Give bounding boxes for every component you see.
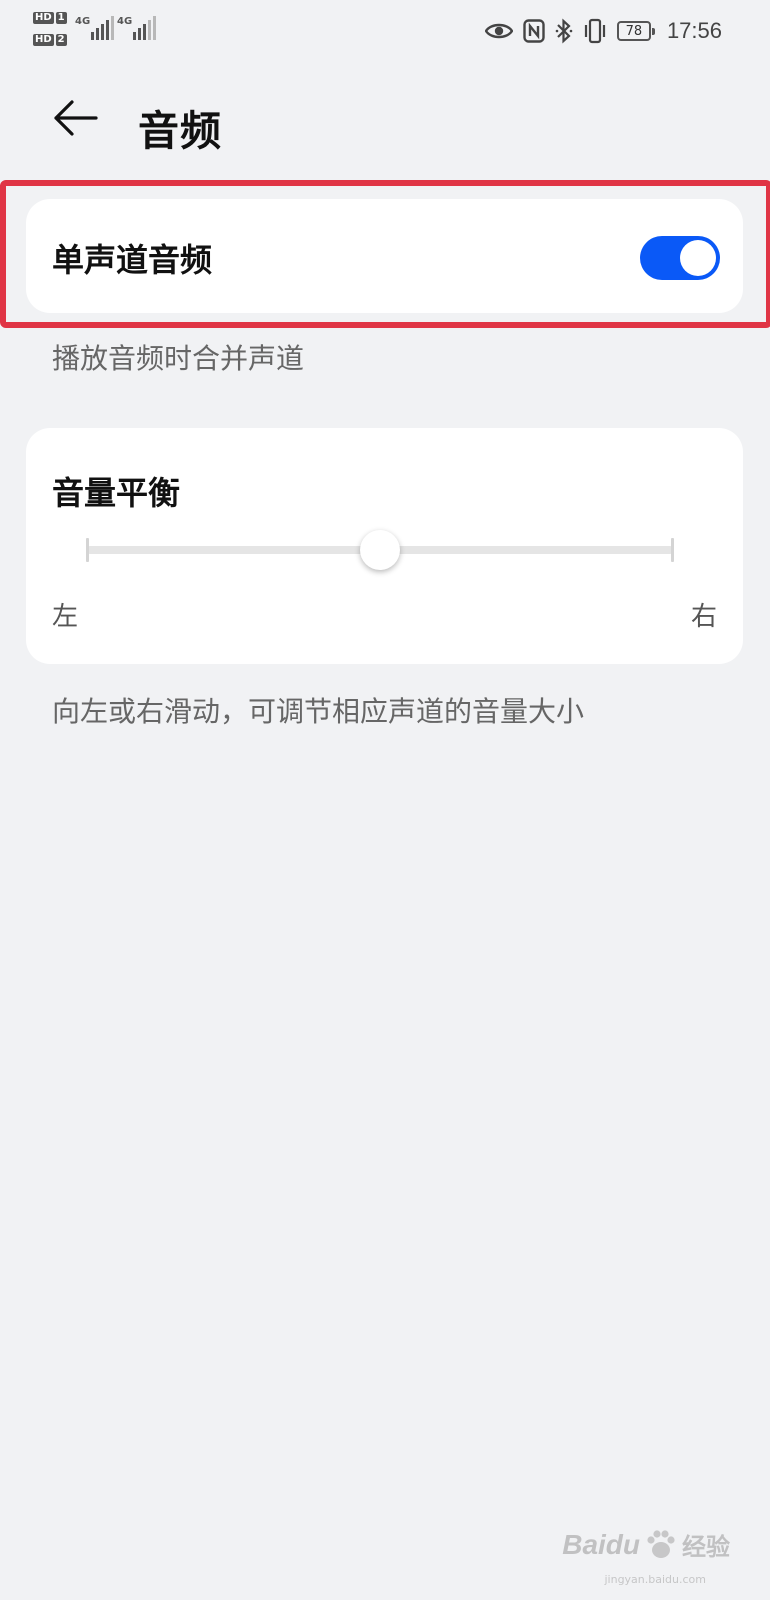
page-header: 音频 (0, 80, 770, 160)
signal-bar (91, 32, 95, 40)
page-title: 音频 (138, 107, 222, 155)
signal-bar (106, 20, 110, 40)
signal-bar (133, 32, 137, 40)
cellular-signals: HD 1 HD 2 4G 4G (33, 10, 158, 52)
battery-icon: 78 (616, 21, 655, 41)
status-icons: 78 17:56 (484, 16, 722, 46)
paw-logo-icon (647, 1529, 675, 1558)
signal-bar (143, 24, 147, 40)
bluetooth-icon (555, 18, 573, 44)
sim2-signal-icon: 4G (117, 16, 157, 40)
eye-comfort-icon (484, 22, 513, 40)
signal-bar (111, 16, 115, 40)
hd-badge: HD (33, 34, 54, 46)
network-type-label: 4G (117, 16, 133, 27)
balance-right-label: 右 (690, 602, 717, 632)
signal-bar (138, 28, 142, 40)
signal-bar (153, 16, 157, 40)
sim1-indicator: HD 1 (33, 12, 67, 24)
watermark-url: jingyan.baidu.com (604, 1573, 706, 1586)
watermark-product: 经验 (682, 1533, 730, 1561)
volume-balance-slider[interactable] (86, 530, 674, 570)
balance-left-label: 左 (52, 602, 79, 632)
mono-audio-description: 播放音频时合并声道 (52, 342, 305, 375)
baidu-jingyan-watermark: Baidu 经验 (562, 1527, 730, 1562)
sim1-signal-icon: 4G (75, 16, 115, 40)
signal-bars (91, 16, 115, 40)
slider-thumb[interactable] (360, 530, 400, 570)
signal-bars (133, 16, 157, 40)
signal-bar (96, 28, 100, 40)
arrow-left-icon (52, 98, 98, 142)
sim2-indicator: HD 2 (33, 34, 67, 46)
nfc-icon (523, 19, 545, 43)
volume-balance-title: 音量平衡 (52, 474, 181, 512)
sim-slot-number: 1 (55, 12, 67, 24)
network-type-label: 4G (75, 16, 91, 27)
watermark-brand: Baidu (562, 1528, 640, 1560)
sim-slot-number: 2 (55, 34, 67, 46)
hd-badge: HD (33, 12, 54, 24)
vibrate-icon (583, 18, 607, 44)
signal-bar (101, 24, 105, 40)
slider-left-end (86, 538, 89, 562)
volume-balance-card: 音量平衡 左 右 (26, 428, 743, 664)
battery-level: 78 (625, 23, 643, 39)
slider-right-end (671, 538, 674, 562)
back-button[interactable] (50, 98, 100, 142)
status-bar: HD 1 HD 2 4G 4G 78 17:56 (0, 0, 770, 62)
volume-balance-description: 向左或右滑动，可调节相应声道的音量大小 (52, 695, 585, 728)
highlight-frame (0, 180, 770, 328)
signal-bar (148, 20, 152, 40)
status-time: 17:56 (666, 18, 722, 43)
